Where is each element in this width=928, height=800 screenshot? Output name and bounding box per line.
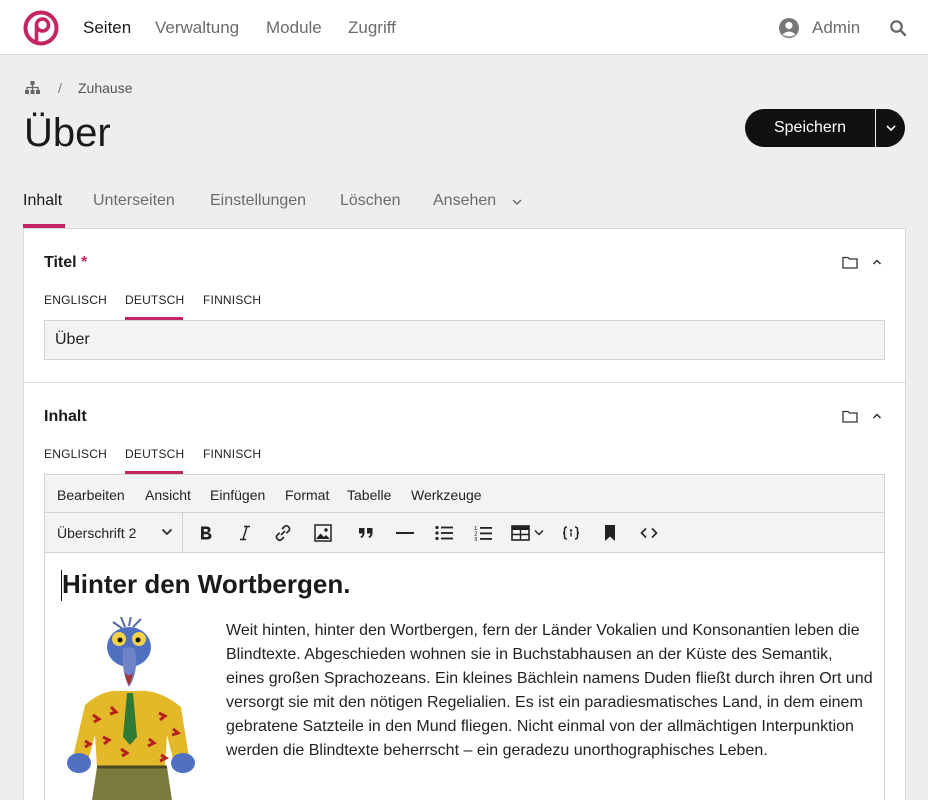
bold-icon	[201, 526, 212, 540]
bullet-list-button[interactable]	[433, 522, 455, 544]
content-lang-tab-englisch[interactable]: ENGLISCH	[44, 447, 107, 461]
folder-icon[interactable]	[842, 409, 858, 423]
content-field-actions	[842, 409, 882, 423]
tab-loeschen[interactable]: Löschen	[340, 192, 401, 210]
title-lang-tab-englisch[interactable]: ENGLISCH	[44, 293, 107, 307]
menu-werkzeuge[interactable]: Werkzeuge	[411, 487, 482, 503]
bullet-list-icon	[435, 525, 453, 541]
title-lang-tab-deutsch[interactable]: DEUTSCH	[125, 293, 184, 307]
numbered-list-icon: 1 2 3	[474, 526, 492, 542]
content-paragraph: Weit hinten, hinter den Wortbergen, fern…	[226, 622, 873, 759]
title-field-actions	[842, 255, 882, 269]
bold-button[interactable]	[195, 522, 217, 544]
code-sample-icon	[562, 526, 580, 540]
menu-tabelle[interactable]: Tabelle	[347, 487, 391, 503]
editor-toolbar: Überschrift 2 1 2 3	[45, 513, 884, 553]
editor-menubar: Bearbeiten Ansicht Einfügen Format Tabel…	[45, 475, 884, 513]
image-button[interactable]	[312, 522, 334, 544]
nav-item-zugriff[interactable]: Zugriff	[348, 18, 396, 38]
italic-button[interactable]	[234, 522, 256, 544]
horizontal-rule-icon	[396, 532, 414, 534]
tab-ansehen[interactable]: Ansehen	[433, 192, 496, 210]
content-panel: Titel * ENGLISCH DEUTSCH FINNISCH Über I…	[23, 228, 906, 800]
save-button[interactable]: Speichern	[745, 109, 875, 147]
block-format-value: Überschrift 2	[57, 524, 137, 541]
rich-text-editor: Bearbeiten Ansicht Einfügen Format Tabel…	[44, 474, 885, 800]
title-input[interactable]: Über	[44, 320, 885, 360]
nav-item-seiten[interactable]: Seiten	[83, 18, 131, 38]
chevron-up-icon[interactable]	[872, 258, 882, 266]
bookmark-icon	[605, 525, 615, 541]
tab-unterseiten[interactable]: Unterseiten	[93, 192, 175, 210]
chevron-down-icon	[885, 125, 896, 132]
block-format-select[interactable]: Überschrift 2	[45, 513, 183, 552]
link-button[interactable]	[272, 522, 294, 544]
title-lang-tab-finnisch[interactable]: FINNISCH	[203, 293, 261, 307]
content-heading: Hinter den Wortbergen.	[62, 569, 351, 599]
tab-inhalt[interactable]: Inhalt	[23, 192, 62, 210]
italic-icon	[240, 525, 250, 541]
nav-item-module[interactable]: Module	[266, 18, 322, 38]
link-icon	[275, 524, 291, 542]
numbered-list-button[interactable]: 1 2 3	[472, 522, 494, 544]
editor-content-area[interactable]: Hinter den Wortbergen. Weit hinten, hint…	[45, 553, 884, 800]
chevron-up-icon[interactable]	[872, 412, 882, 420]
nav-item-verwaltung[interactable]: Verwaltung	[155, 18, 239, 38]
title-field-label: Titel *	[44, 254, 87, 272]
source-code-icon	[640, 527, 658, 539]
search-icon[interactable]	[889, 19, 907, 37]
code-sample-button[interactable]	[560, 522, 582, 544]
required-marker: *	[81, 254, 88, 271]
menu-bearbeiten[interactable]: Bearbeiten	[57, 487, 125, 503]
user-menu[interactable]: Admin	[778, 15, 860, 41]
section-divider	[24, 382, 905, 383]
blockquote-icon	[359, 528, 373, 538]
title-label-text: Titel	[44, 254, 77, 271]
tab-einstellungen[interactable]: Einstellungen	[210, 192, 306, 210]
menu-format[interactable]: Format	[285, 487, 329, 503]
save-options-button[interactable]	[876, 109, 905, 147]
folder-icon[interactable]	[842, 255, 858, 269]
user-avatar-icon	[779, 18, 799, 38]
logo-icon[interactable]	[23, 10, 59, 46]
bookmark-button[interactable]	[599, 522, 621, 544]
muppet-character-image	[67, 617, 195, 800]
blockquote-button[interactable]	[355, 522, 377, 544]
svg-text:3: 3	[474, 537, 478, 542]
content-lang-tab-finnisch[interactable]: FINNISCH	[203, 447, 261, 461]
image-icon	[314, 524, 332, 542]
chevron-down-icon[interactable]	[511, 196, 523, 208]
top-navigation-bar: Seiten Verwaltung Module Zugriff Admin	[0, 0, 928, 55]
user-name: Admin	[812, 18, 861, 37]
horizontal-rule-button[interactable]	[394, 522, 416, 544]
source-code-button[interactable]	[638, 522, 660, 544]
table-button[interactable]	[511, 522, 547, 544]
breadcrumb-link-home[interactable]: Zuhause	[78, 80, 132, 96]
table-icon	[511, 525, 544, 541]
content-field-label: Inhalt	[44, 408, 87, 426]
chevron-down-icon	[161, 528, 173, 536]
breadcrumb-separator: /	[58, 80, 62, 96]
menu-ansicht[interactable]: Ansicht	[145, 487, 191, 503]
menu-einfuegen[interactable]: Einfügen	[210, 487, 265, 503]
sitemap-icon[interactable]	[25, 81, 40, 95]
content-label-text: Inhalt	[44, 408, 87, 425]
content-lang-tab-deutsch[interactable]: DEUTSCH	[125, 447, 184, 461]
page-title: Über	[24, 111, 111, 155]
